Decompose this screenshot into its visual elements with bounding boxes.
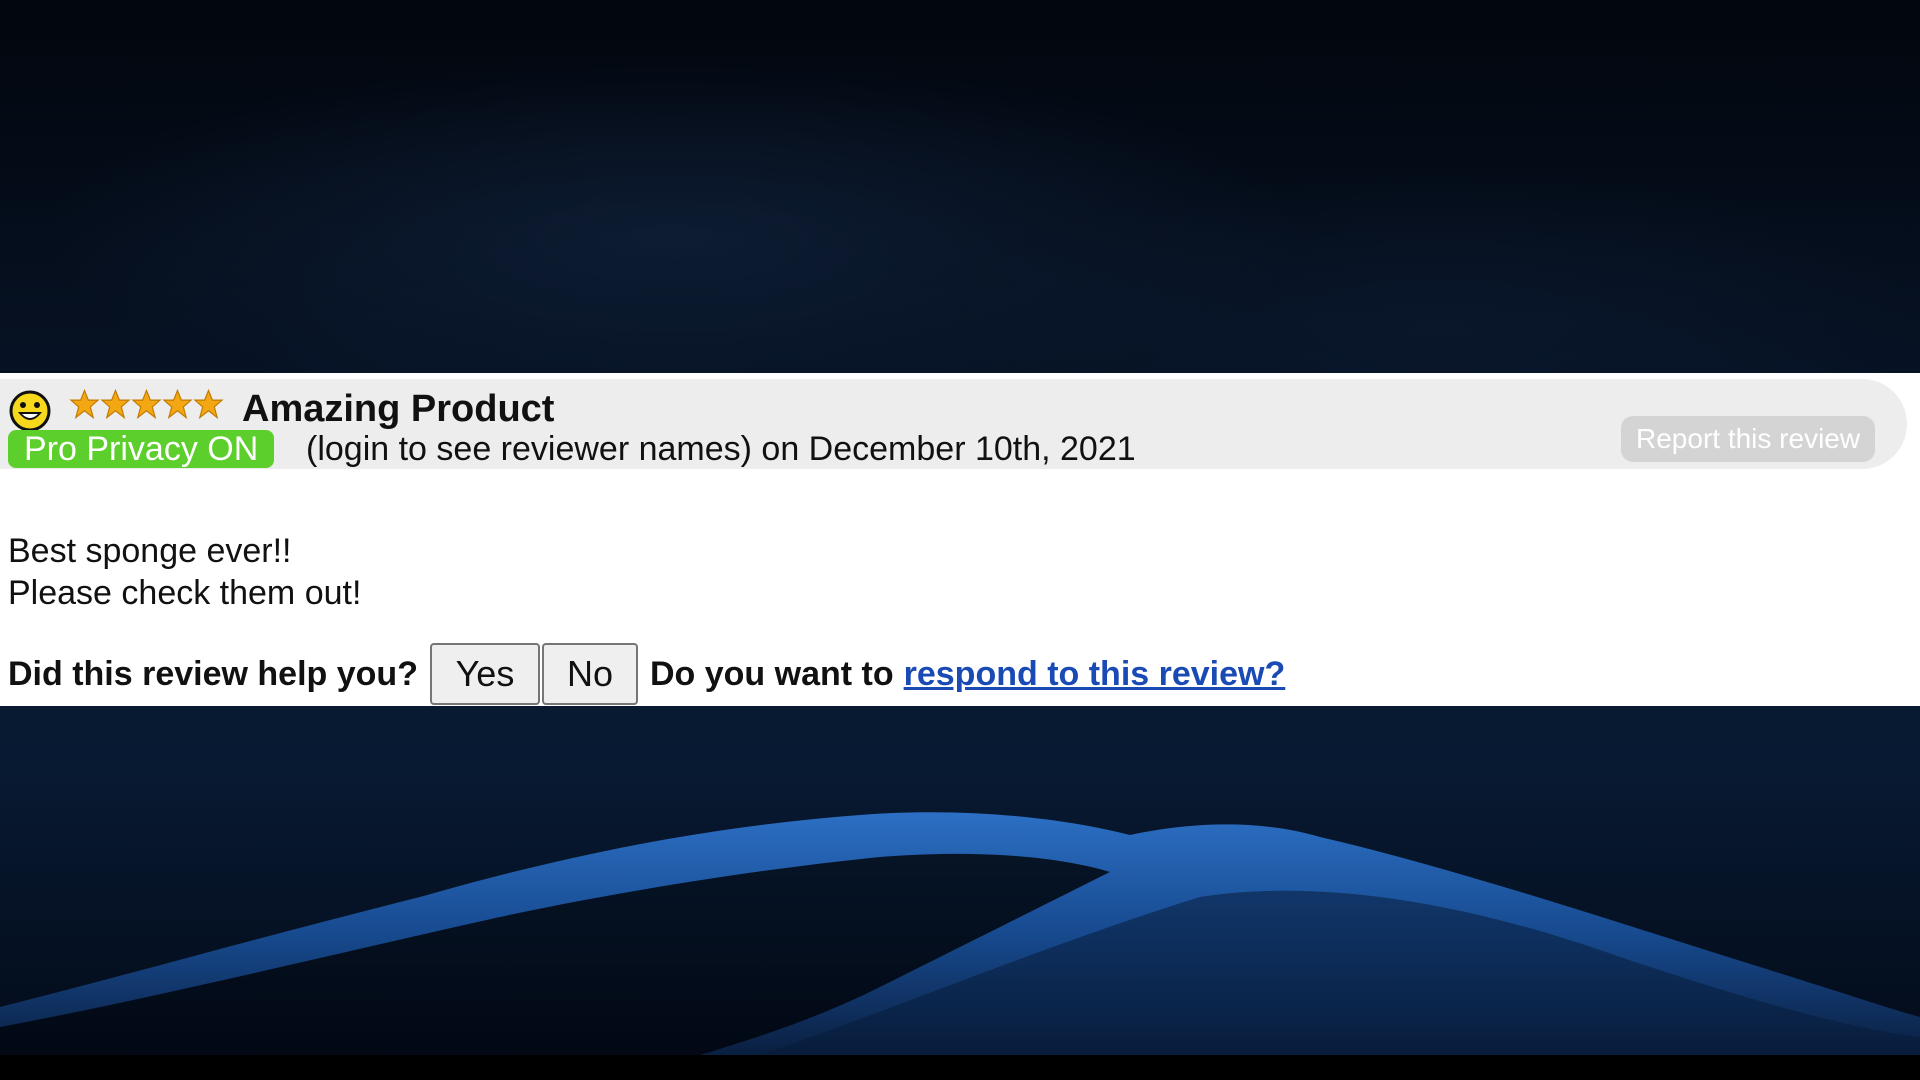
smiley-face-icon: [9, 390, 51, 432]
respond-to-review-link[interactable]: respond to this review?: [904, 655, 1286, 694]
background-scene: Amazing Product Pro Privacy ON (login to…: [0, 0, 1920, 1080]
star-rating: [69, 388, 224, 424]
no-button[interactable]: No: [541, 643, 638, 705]
feedback-row: Did this review help you? Yes No Do you …: [8, 643, 1285, 705]
pro-privacy-badge: Pro Privacy ON: [8, 430, 275, 468]
rock-landscape-image: [0, 812, 1920, 1055]
report-review-button[interactable]: Report this review: [1621, 416, 1876, 462]
star-icon: [162, 388, 193, 420]
review-body-line: Please check them out!: [8, 574, 362, 612]
yes-button[interactable]: Yes: [429, 643, 540, 705]
bottom-letterbox-bar: [0, 1055, 1920, 1080]
review-card: Amazing Product Pro Privacy ON (login to…: [0, 373, 1920, 706]
star-icon: [193, 388, 224, 420]
review-body-line: Best sponge ever!!: [8, 532, 292, 570]
review-body: Best sponge ever!! Please check them out!: [8, 530, 361, 614]
star-icon: [131, 388, 162, 420]
star-icon: [69, 388, 100, 420]
review-header: Amazing Product Pro Privacy ON (login to…: [0, 379, 1907, 469]
helpful-question: Did this review help you?: [8, 654, 418, 693]
star-icon: [100, 388, 131, 420]
review-meta-text: (login to see reviewer names) on Decembe…: [306, 430, 1136, 468]
respond-prompt: Do you want to: [649, 654, 894, 693]
review-title: Amazing Product: [242, 388, 555, 430]
